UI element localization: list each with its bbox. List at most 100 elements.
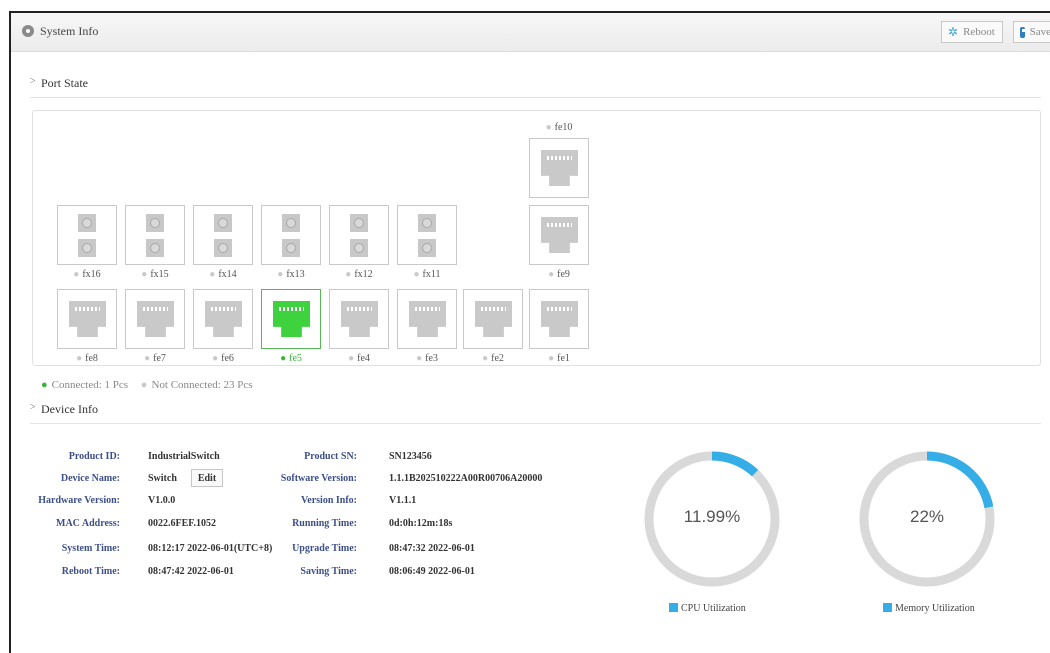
reboot-time-value: 08:47:42 2022-06-01 <box>148 566 234 577</box>
cpu-utilization-value: 11.99% <box>683 507 741 526</box>
cpu-legend: CPU Utilization <box>669 603 746 614</box>
rj45-port-connected-icon <box>273 301 310 337</box>
port-fe4[interactable] <box>329 289 389 349</box>
status-dot-icon: ● <box>141 269 148 280</box>
version-info-label: Version Info: <box>300 495 357 506</box>
rj45-port-icon <box>541 217 578 253</box>
status-dot-icon: ● <box>209 269 216 280</box>
port-fx11[interactable] <box>397 205 457 265</box>
status-dot-icon: ● <box>212 353 219 364</box>
product-sn-value: SN123456 <box>389 451 432 462</box>
software-version-value: 1.1.1B202510222A00R00706A20000 <box>389 473 543 484</box>
port-label-fe4: ● fe4 <box>348 353 370 364</box>
rj45-port-icon <box>541 150 578 186</box>
reboot-spinner-icon: ✲ <box>948 24 959 39</box>
port-fe3[interactable] <box>397 289 457 349</box>
legend-not-connected: Not Connected: 23 Pcs <box>151 379 253 391</box>
port-state-header[interactable]: > Port State <box>30 73 1041 98</box>
port-state-panel: ● fe10 ● fe9 ● fx16 ● fx15 ● fx14 ● fx13 ● fx12… <box>32 110 1041 366</box>
fiber-port-icon <box>418 239 436 257</box>
rj45-port-icon <box>205 301 242 337</box>
port-legend: ● Connected: 1 Pcs ● Not Connected: 23 Pcs <box>41 379 253 391</box>
version-info-value: V1.1.1 <box>389 495 417 506</box>
upgrade-time-value: 08:47:32 2022-06-01 <box>389 543 475 554</box>
fiber-port-icon <box>214 239 232 257</box>
save-button[interactable]: Save <box>1013 21 1050 43</box>
edit-device-name-button[interactable]: Edit <box>191 469 223 487</box>
status-dot-icon: ● <box>73 269 80 280</box>
fiber-port-icon <box>350 214 368 232</box>
cpu-legend-swatch <box>669 603 678 612</box>
status-dot-icon: ● <box>348 353 355 364</box>
port-label-fe10: ● fe10 <box>545 122 573 133</box>
port-fe10[interactable] <box>529 138 589 198</box>
reboot-button[interactable]: ✲ Reboot <box>941 21 1003 43</box>
status-dot-icon: ● <box>416 353 423 364</box>
port-label-fe8: ● fe8 <box>76 353 98 364</box>
port-fx16[interactable] <box>57 205 117 265</box>
port-fe1[interactable] <box>529 289 589 349</box>
memory-utilization-value: 22% <box>909 507 945 526</box>
product-sn-label: Product SN: <box>304 451 357 462</box>
chevron-right-icon: > <box>30 402 36 413</box>
saving-time-label: Saving Time: <box>300 566 357 577</box>
status-dot-icon: ● <box>144 353 151 364</box>
reboot-time-label: Reboot Time: <box>61 566 120 577</box>
fiber-port-icon <box>282 214 300 232</box>
port-fe2[interactable] <box>463 289 523 349</box>
port-fx13[interactable] <box>261 205 321 265</box>
status-dot-icon: ● <box>413 269 420 280</box>
memory-legend: Memory Utilization <box>883 603 975 614</box>
port-fe8[interactable] <box>57 289 117 349</box>
fiber-port-icon <box>418 214 436 232</box>
rj45-port-icon <box>409 301 446 337</box>
status-dot-icon: ● <box>345 269 352 280</box>
status-dot-icon: ● <box>280 353 287 364</box>
software-version-label: Software Version: <box>280 473 357 484</box>
port-fx12[interactable] <box>329 205 389 265</box>
status-dot-icon: ● <box>277 269 284 280</box>
rj45-port-icon <box>341 301 378 337</box>
page-title: System Info <box>40 24 99 38</box>
reboot-label: Reboot <box>963 26 995 38</box>
port-fe9[interactable] <box>529 205 589 265</box>
port-label-fe6: ● fe6 <box>212 353 234 364</box>
fiber-port-icon <box>282 239 300 257</box>
legend-connected: Connected: 1 Pcs <box>51 379 129 391</box>
device-info-title: Device Info <box>41 402 98 416</box>
device-name-label: Device Name: <box>60 473 120 484</box>
info-circle-icon <box>22 25 34 37</box>
upgrade-time-label: Upgrade Time: <box>292 543 357 554</box>
mac-address-label: MAC Address: <box>56 518 120 529</box>
rj45-port-icon <box>475 301 512 337</box>
rj45-port-icon <box>137 301 174 337</box>
device-name-value: Switch <box>148 473 177 484</box>
port-label-fe7: ● fe7 <box>144 353 166 364</box>
port-fe7[interactable] <box>125 289 185 349</box>
device-info-header[interactable]: > Device Info <box>30 399 1041 424</box>
port-label-fe2: ● fe2 <box>482 353 504 364</box>
product-id-value: IndustrialSwitch <box>148 451 220 462</box>
port-fx14[interactable] <box>193 205 253 265</box>
port-label-fx15: ● fx15 <box>141 269 169 280</box>
port-label-fx11: ● fx11 <box>413 269 441 280</box>
status-dot-icon: ● <box>76 353 83 364</box>
fiber-port-icon <box>146 239 164 257</box>
connected-dot-icon: ● <box>41 379 48 391</box>
fiber-port-icon <box>214 214 232 232</box>
product-id-label: Product ID: <box>68 451 120 462</box>
port-fe5[interactable] <box>261 289 321 349</box>
port-fx15[interactable] <box>125 205 185 265</box>
system-time-value: 08:12:17 2022-06-01(UTC+8) <box>148 543 273 554</box>
port-label-fe9: ● fe9 <box>548 269 570 280</box>
fiber-port-icon <box>78 214 96 232</box>
port-fe6[interactable] <box>193 289 253 349</box>
system-info-window: System Info ✲ Reboot Save > Port State ●… <box>9 11 1050 653</box>
port-state-title: Port State <box>41 76 88 90</box>
rj45-port-icon <box>541 301 578 337</box>
status-dot-icon: ● <box>548 353 555 364</box>
fiber-port-icon <box>146 214 164 232</box>
title-bar: System Info ✲ Reboot Save <box>11 13 1050 52</box>
running-time-value: 0d:0h:12m:18s <box>389 518 453 529</box>
port-label-fe5: ● fe5 <box>280 353 302 364</box>
